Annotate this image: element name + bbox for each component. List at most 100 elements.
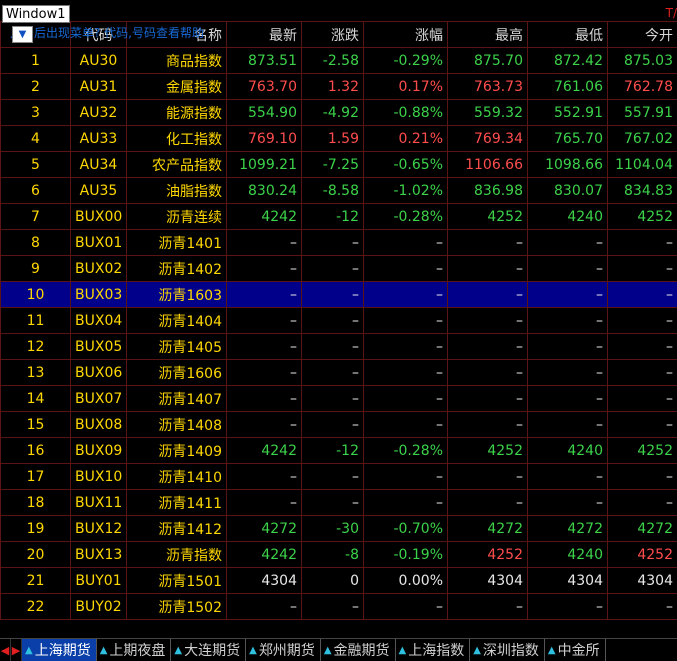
table-row[interactable]: 8 BUX01 沥青1401– – – – – – (0, 229, 677, 256)
row-name: 能源指数 (126, 99, 227, 126)
row-last: – (226, 307, 302, 334)
row-code: BUY02 (70, 593, 127, 620)
row-pct: – (363, 411, 448, 438)
window-title: Window1 (2, 5, 70, 23)
table-row[interactable]: 2 AU31 金属指数 763.70 1.32 0.17% 763.73 761.06 762.… (0, 73, 677, 100)
col-header-high[interactable]: 最高 (447, 21, 528, 48)
tab-market[interactable]: ▲ 中金所 (545, 639, 606, 661)
row-last: – (226, 411, 302, 438)
tab-label: 上海期货 (34, 643, 91, 659)
row-high: 769.34 (447, 125, 528, 152)
table-row[interactable]: 3 AU32 能源指数 554.90 -4.92 -0.88% 559.32 552.91 55… (0, 99, 677, 126)
tab-market[interactable]: ▲ 金融期货 (321, 639, 396, 661)
row-name: 沥青连续 (126, 203, 227, 230)
tab-label: 郑州期货 (258, 643, 315, 659)
row-name: 金属指数 (126, 73, 227, 100)
row-pct: – (363, 255, 448, 282)
table-row[interactable]: 22 BUY02 沥青1502– – – – – – (0, 593, 677, 620)
col-header-change[interactable]: 涨跌 (301, 21, 364, 48)
arrow-right-icon[interactable]: ▶ (11, 639, 22, 661)
table-row[interactable]: 12 BUX05 沥青1405– – – – – – (0, 333, 677, 360)
row-high: 559.32 (447, 99, 528, 126)
row-open: 557.91 (607, 99, 677, 126)
row-name: 农产品指数 (126, 151, 227, 178)
row-low: – (527, 489, 608, 516)
row-open: 762.78 (607, 73, 677, 100)
row-high: – (447, 281, 528, 308)
table-row[interactable]: 14 BUX07 沥青1407– – – – – – (0, 385, 677, 412)
table-row[interactable]: 15 BUX08 沥青1408– – – – – – (0, 411, 677, 438)
row-open: – (607, 463, 677, 490)
tab-label: 上期夜盘 (109, 643, 166, 659)
row-last: 554.90 (226, 99, 302, 126)
tab-market[interactable]: ▲ 上期夜盘 (97, 639, 172, 661)
table-row[interactable]: 1 AU30 商品指数 873.51 -2.58 -0.29% 875.70 872.42 87… (0, 47, 677, 74)
row-code: AU31 (70, 73, 127, 100)
menu-dropdown-icon[interactable]: ▼ (12, 26, 33, 43)
row-name: 沥青1410 (126, 463, 227, 490)
row-name: 沥青1401 (126, 229, 227, 256)
tab-market[interactable]: ▲ 上海指数 (396, 639, 471, 661)
row-change: 0 (301, 567, 364, 594)
row-open: – (607, 385, 677, 412)
table-row[interactable]: 4 AU33 化工指数 769.10 1.59 0.21% 769.34 765.70 767.… (0, 125, 677, 152)
tab-market[interactable]: ▲ 深圳指数 (470, 639, 545, 661)
row-name: 沥青指数 (126, 541, 227, 568)
table-row[interactable]: 17 BUX10 沥青1410– – – – – – (0, 463, 677, 490)
table-row[interactable]: 16 BUX09 沥青1409 4242 -12 -0.28% 4252 4240 4252 (0, 437, 677, 464)
table-row[interactable]: 18 BUX11 沥青1411– – – – – – (0, 489, 677, 516)
row-last: – (226, 359, 302, 386)
row-change: – (301, 593, 364, 620)
row-name: 沥青1408 (126, 411, 227, 438)
row-index: 10 (0, 281, 71, 308)
table-row[interactable]: 10 BUX03 沥青1603– – – – – – (0, 281, 677, 308)
table-row[interactable]: 7 BUX00 沥青连续 4242 -12 -0.28% 4252 4240 4252 (0, 203, 677, 230)
tab-market[interactable]: ▲ 郑州期货 (246, 639, 321, 661)
col-header-low[interactable]: 最低 (527, 21, 608, 48)
row-last: 4242 (226, 541, 302, 568)
row-change: – (301, 463, 364, 490)
table-row[interactable]: 6 AU35 油脂指数 830.24 -8.58 -1.02% 836.98 830.07 83… (0, 177, 677, 204)
tab-market[interactable]: ▲ 大连期货 (171, 639, 247, 661)
row-index: 2 (0, 73, 71, 100)
row-code: AU35 (70, 177, 127, 204)
triangle-up-icon: ▲ (323, 644, 332, 656)
row-pct: – (363, 333, 448, 360)
table-row[interactable]: 21 BUY01 沥青1501 4304 0 0.00% 4304 4304 4304 (0, 567, 677, 594)
table-row[interactable]: 11 BUX04 沥青1404– – – – – – (0, 307, 677, 334)
arrow-left-icon[interactable]: ◀ (0, 639, 11, 661)
col-header-open[interactable]: 今开 (607, 21, 677, 48)
table-row[interactable]: 13 BUX06 沥青1606– – – – – – (0, 359, 677, 386)
col-header-last[interactable]: 最新 (226, 21, 302, 48)
row-open: – (607, 255, 677, 282)
row-pct: – (363, 489, 448, 516)
row-open: 4252 (607, 541, 677, 568)
table-row[interactable]: 19 BUX12 沥青1412 4272 -30 -0.70% 4272 4272 4272 (0, 515, 677, 542)
row-pct: – (363, 385, 448, 412)
row-code: BUX10 (70, 463, 127, 490)
row-low: 4240 (527, 541, 608, 568)
row-pct: – (363, 359, 448, 386)
row-low: 552.91 (527, 99, 608, 126)
row-open: 4252 (607, 437, 677, 464)
triangle-up-icon: ▲ (25, 644, 33, 656)
row-index: 9 (0, 255, 71, 282)
row-name: 商品指数 (126, 47, 227, 74)
row-change: – (301, 229, 364, 256)
row-last: – (226, 463, 302, 490)
table-row[interactable]: 9 BUX02 沥青1402– – – – – – (0, 255, 677, 282)
col-header-pct[interactable]: 涨幅 (363, 21, 448, 48)
row-low: – (527, 359, 608, 386)
row-pct: -0.65% (363, 151, 448, 178)
table-row[interactable]: 5 AU34 农产品指数 1099.21 -7.25 -0.65% 1106.66 1098.… (0, 151, 677, 178)
table-row[interactable]: 20 BUX13 沥青指数 4242 -8 -0.19% 4252 4240 4252 (0, 541, 677, 568)
row-index: 8 (0, 229, 71, 256)
tab-market[interactable]: ▲ 上海期货 (22, 639, 97, 661)
row-high: – (447, 593, 528, 620)
triangle-up-icon: ▲ (99, 644, 108, 656)
row-pct: -0.28% (363, 203, 448, 230)
row-high: – (447, 229, 528, 256)
row-change: – (301, 411, 364, 438)
row-low: 1098.66 (527, 151, 608, 178)
triangle-up-icon: ▲ (398, 644, 407, 656)
